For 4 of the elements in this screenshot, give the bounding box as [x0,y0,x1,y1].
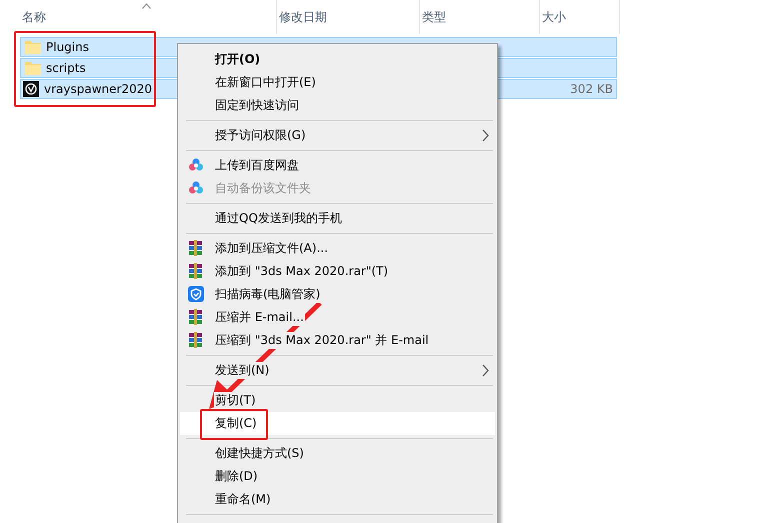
file-name: Plugins [46,40,89,54]
file-name: scripts [46,61,86,75]
file-size: 302 KB [570,82,613,96]
file-name: vrayspawner2020 [44,82,152,96]
